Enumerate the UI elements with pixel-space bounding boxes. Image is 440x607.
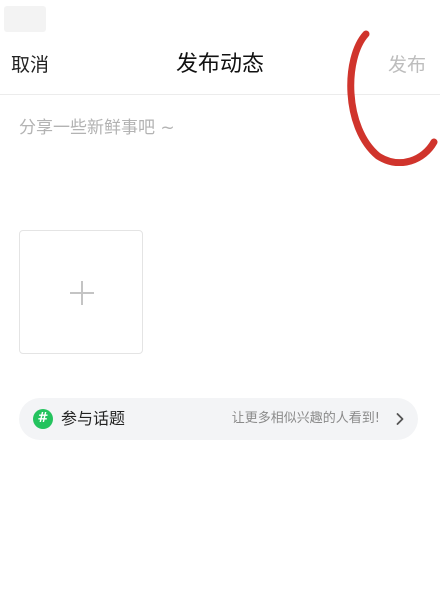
chevron-right-icon <box>396 413 404 425</box>
top-navigation-bar: 取消 发布动态 发布 <box>0 36 440 95</box>
post-content-input[interactable] <box>19 113 419 143</box>
topic-hint: 让更多相似兴趣的人看到! <box>231 411 380 426</box>
hash-icon: # <box>33 409 53 429</box>
topic-label: 参与话题 <box>61 409 126 428</box>
add-media-button[interactable] <box>19 230 143 354</box>
plus-icon <box>70 281 94 305</box>
page-title: 发布动态 <box>175 52 264 77</box>
status-bar-area <box>4 6 46 32</box>
join-topic-row[interactable]: # 参与话题 让更多相似兴趣的人看到! <box>19 398 418 440</box>
publish-button[interactable]: 发布 <box>388 52 440 78</box>
